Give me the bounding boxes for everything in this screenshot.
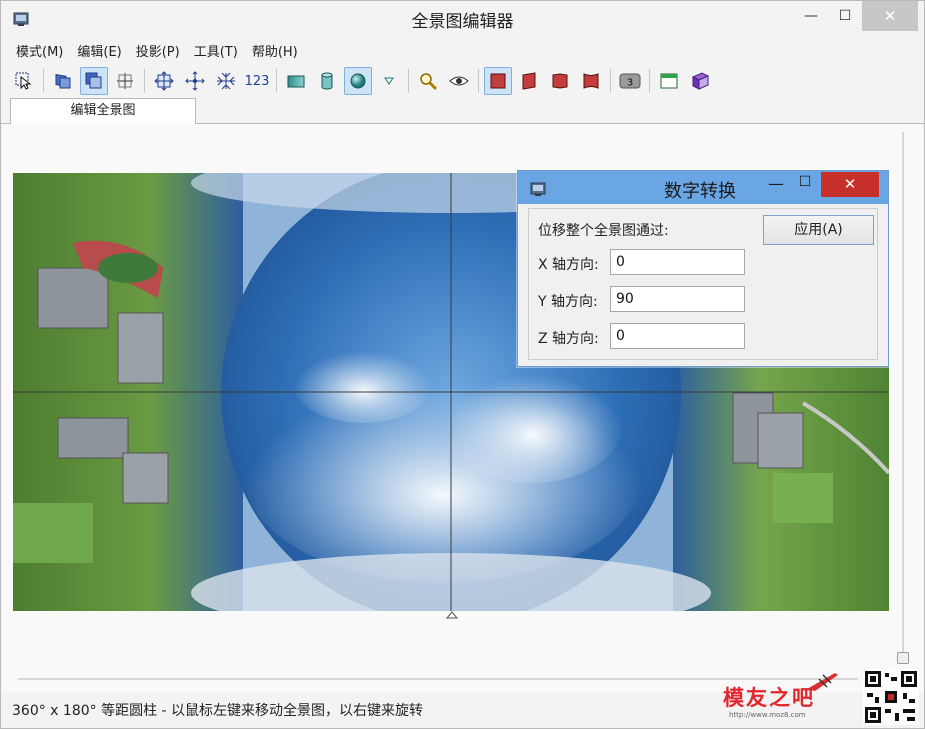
window-button[interactable] xyxy=(655,67,683,95)
x-axis-input[interactable] xyxy=(610,249,745,275)
move-center-button[interactable] xyxy=(181,67,209,95)
menu-mode[interactable]: 模式(M) xyxy=(9,39,70,61)
cylinder-projection-icon xyxy=(321,72,333,90)
dialog-minimize-button[interactable]: — xyxy=(763,174,789,200)
toolbar-separator xyxy=(144,69,145,93)
plane-face-2-icon xyxy=(522,72,536,90)
toolbar-separator xyxy=(276,69,277,93)
watermark-logo: 模友之吧 http://www.moz8.com xyxy=(723,665,843,725)
x-axis-label: X 轴方向: xyxy=(538,257,599,273)
toolbar: 123 3 xyxy=(1,65,924,97)
rotate-view-icon xyxy=(55,73,71,89)
rotate-view-button[interactable] xyxy=(49,67,77,95)
preview-eye-icon xyxy=(449,76,469,86)
y-axis-label: Y 轴方向: xyxy=(538,294,598,310)
vertical-scrollbar[interactable] xyxy=(897,132,909,664)
tab-strip: 编辑全景图 xyxy=(1,98,924,124)
compress-arrows-icon xyxy=(217,72,235,90)
plane-face-2-button[interactable] xyxy=(515,67,543,95)
toolbar-separator xyxy=(610,69,611,93)
title-bar: 全景图编辑器 — ☐ ✕ xyxy=(1,1,924,37)
select-pointer-icon xyxy=(15,72,32,90)
move-view-button[interactable] xyxy=(80,67,108,95)
toolbar-separator xyxy=(649,69,650,93)
expand-arrows-icon xyxy=(154,71,174,91)
maximize-button[interactable]: ☐ xyxy=(828,1,862,31)
select-pointer-button[interactable] xyxy=(10,67,38,95)
watermark-url: http://www.moz8.com xyxy=(729,711,806,719)
rectangle-projection-button[interactable] xyxy=(282,67,310,95)
rectangle-projection-icon xyxy=(287,75,305,88)
dialog-app-icon xyxy=(530,182,546,196)
menu-tools[interactable]: 工具(T) xyxy=(187,39,245,61)
number-input-icon: 123 xyxy=(244,73,270,89)
status-text: 360° x 180° 等距圆柱 - 以鼠标左键来移动全景图，以右键来旋转 xyxy=(12,703,424,719)
move-view-icon xyxy=(85,72,102,89)
zoom-icon xyxy=(420,73,438,91)
app-window: 全景图编辑器 — ☐ ✕ 模式(M) 编辑(E) 投影(P) 工具(T) 帮助(… xyxy=(0,0,925,729)
vertical-scroll-track xyxy=(902,132,904,652)
layer-badge-icon: 3 xyxy=(619,73,641,89)
y-axis-input[interactable] xyxy=(610,286,745,312)
grid-lines-button[interactable] xyxy=(111,67,139,95)
window-title: 全景图编辑器 xyxy=(411,12,514,32)
toolbar-separator xyxy=(43,69,44,93)
z-axis-label: Z 轴方向: xyxy=(538,331,599,347)
numeric-transform-dialog: 数字转换 — ☐ ✕ 位移整个全景图通过: X 轴方向: Y 轴方向: Z 轴方… xyxy=(517,170,889,367)
plane-face-3-icon xyxy=(552,73,568,89)
qr-code-icon xyxy=(863,669,919,725)
preview-button[interactable] xyxy=(445,67,473,95)
toolbar-separator xyxy=(478,69,479,93)
move-center-icon xyxy=(185,71,205,91)
center-marker-icon[interactable] xyxy=(446,611,458,619)
grid-lines-icon xyxy=(117,73,133,89)
dialog-maximize-button[interactable]: ☐ xyxy=(792,174,818,200)
layer-badge-label: 3 xyxy=(627,78,633,89)
vertical-scroll-thumb[interactable] xyxy=(897,652,909,664)
window-icon xyxy=(660,73,678,89)
z-axis-input[interactable] xyxy=(610,323,745,349)
book-button[interactable] xyxy=(686,67,714,95)
plane-face-3-button[interactable] xyxy=(546,67,574,95)
number-input-button[interactable]: 123 xyxy=(243,67,271,95)
menu-help[interactable]: 帮助(H) xyxy=(245,39,305,61)
dialog-close-button[interactable]: ✕ xyxy=(821,172,879,197)
minimize-button[interactable]: — xyxy=(794,1,828,31)
toolbar-separator xyxy=(408,69,409,93)
sphere-projection-icon xyxy=(350,73,366,89)
book-icon xyxy=(691,72,710,90)
zoom-button[interactable] xyxy=(414,67,442,95)
dropdown-arrow-icon xyxy=(384,77,394,85)
dialog-title-bar[interactable]: 数字转换 — ☐ ✕ xyxy=(518,171,888,204)
apply-button[interactable]: 应用(A) xyxy=(763,215,874,245)
close-button[interactable]: ✕ xyxy=(862,1,918,31)
plane-face-4-button[interactable] xyxy=(577,67,605,95)
layer-badge-button[interactable]: 3 xyxy=(616,67,644,95)
plane-face-4-icon xyxy=(583,73,599,89)
menu-bar: 模式(M) 编辑(E) 投影(P) 工具(T) 帮助(H) xyxy=(1,39,924,61)
sphere-projection-button[interactable] xyxy=(344,67,372,95)
dialog-intro-label: 位移整个全景图通过: xyxy=(538,223,669,239)
menu-edit[interactable]: 编辑(E) xyxy=(70,39,128,61)
tab-edit-panorama[interactable]: 编辑全景图 xyxy=(10,98,196,124)
projection-dropdown-button[interactable] xyxy=(375,67,403,95)
compress-arrows-button[interactable] xyxy=(212,67,240,95)
menu-projection[interactable]: 投影(P) xyxy=(129,39,187,61)
dialog-title: 数字转换 xyxy=(664,181,736,202)
plane-face-1-button[interactable] xyxy=(484,67,512,95)
watermark-text: 模友之吧 xyxy=(723,686,815,710)
expand-arrows-button[interactable] xyxy=(150,67,178,95)
dialog-body: 位移整个全景图通过: X 轴方向: Y 轴方向: Z 轴方向: 应用(A) xyxy=(528,208,878,360)
cylinder-projection-button[interactable] xyxy=(313,67,341,95)
plane-face-1-icon xyxy=(490,73,506,89)
